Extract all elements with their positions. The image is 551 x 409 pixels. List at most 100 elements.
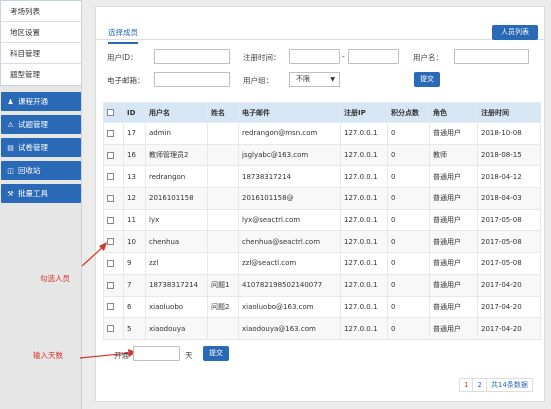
nav-recycle-bin[interactable]: ◫ 回收站 <box>1 161 81 180</box>
cell-points: 0 <box>387 143 430 167</box>
enter-days-annotation: 输入天数 <box>33 351 63 360</box>
tab-select-members[interactable]: 选择成员 <box>108 27 138 44</box>
cell-points: 0 <box>387 165 430 189</box>
table-row[interactable]: 16 教师管理员2 jsglyabc@163.com 127.0.0.1 0 教师 2018… <box>103 143 541 167</box>
cell-role: 教师 <box>429 143 478 167</box>
cell-date: 2017-05-08 <box>477 230 541 254</box>
sidebar: 考场列表 地区设置 科目管理 题型管理 ♟ 课程开通 ⚠ 试题管理 ▤ 试卷管理… <box>0 0 82 409</box>
table-row[interactable]: 17 admin redrangon@msn.com 127.0.0.1 0 普通用户 20… <box>103 122 541 145</box>
cell-date: 2018-04-12 <box>477 165 541 189</box>
table-row[interactable]: 6 xiaoluobo 问题2 xiaoluobo@163.com 127.0.0.1 0… <box>103 295 541 319</box>
table-row[interactable]: 5 xiaodouya xiaodouya@163.com 127.0.0.1 0 普通用… <box>103 317 541 340</box>
row-checkbox[interactable] <box>107 216 114 224</box>
cell-name: 问题1 <box>207 273 239 297</box>
cell-points: 0 <box>387 295 430 319</box>
row-select-cell[interactable] <box>103 208 124 232</box>
table-row[interactable]: 10 chenhua chenhua@seactrl.com 127.0.0.1 0 普通… <box>103 230 541 254</box>
cell-ip: 127.0.0.1 <box>340 122 388 145</box>
open-label: 开通 <box>114 351 129 360</box>
sidebar-item-question-types[interactable]: 题型管理 <box>1 64 81 85</box>
table-row[interactable]: 12 2016101158 2016101158@ 127.0.0.1 0 普通用户 201… <box>103 187 541 210</box>
cell-date: 2017-05-08 <box>477 208 541 232</box>
col-name: 姓名 <box>207 102 239 123</box>
user-group-value: 不限 <box>296 75 310 83</box>
cell-username: xiaodouya <box>145 317 208 340</box>
sidebar-item-region-settings[interactable]: 地区设置 <box>1 22 81 43</box>
sidebar-item-exam-rooms[interactable]: 考场列表 <box>1 1 81 22</box>
row-select-cell[interactable] <box>103 295 124 319</box>
cell-points: 0 <box>387 208 430 232</box>
row-checkbox[interactable] <box>107 129 114 137</box>
cell-username: redrangon <box>145 165 208 189</box>
table-row[interactable]: 9 zzl zzl@seactl.com 127.0.0.1 0 普通用户 2017-05-… <box>103 252 541 275</box>
row-select-cell[interactable] <box>103 165 124 189</box>
row-select-cell[interactable] <box>103 273 124 297</box>
table-row[interactable]: 11 lyx lyx@seactrl.com 127.0.0.1 0 普通用户 2017-0… <box>103 208 541 232</box>
cell-points: 0 <box>387 187 430 210</box>
cell-role: 普通用户 <box>429 273 478 297</box>
cell-points: 0 <box>387 317 430 340</box>
cell-date: 2018-04-03 <box>477 187 541 210</box>
col-ip: 注册IP <box>340 102 388 123</box>
cell-role: 普通用户 <box>429 317 478 340</box>
cell-date: 2018-10-08 <box>477 122 541 145</box>
nav-paper-management[interactable]: ▤ 试卷管理 <box>1 138 81 157</box>
cell-name: 问题2 <box>207 295 239 319</box>
cell-username: admin <box>145 122 208 145</box>
email-label: 电子邮箱： <box>107 76 145 85</box>
username-input[interactable] <box>454 49 529 64</box>
days-input[interactable] <box>133 346 180 361</box>
row-checkbox[interactable] <box>107 281 114 289</box>
row-checkbox[interactable] <box>107 151 114 159</box>
row-select-cell[interactable] <box>103 317 124 340</box>
select-all-checkbox[interactable] <box>107 109 114 116</box>
cell-date: 2018-08-15 <box>477 143 541 167</box>
page-2-link[interactable]: 2 <box>472 378 487 392</box>
row-checkbox[interactable] <box>107 173 114 181</box>
cell-date: 2017-04-20 <box>477 273 541 297</box>
user-group-select[interactable]: 不限 ▼ <box>289 72 340 87</box>
member-list-button[interactable]: 人员列表 <box>492 25 538 40</box>
cell-id: 12 <box>123 187 146 210</box>
col-id: ID <box>123 102 146 123</box>
cell-role: 普通用户 <box>429 230 478 254</box>
sidebar-item-subjects[interactable]: 科目管理 <box>1 43 81 64</box>
cell-email: xiaodouya@163.com <box>238 317 341 340</box>
row-select-cell[interactable] <box>103 122 124 145</box>
nav-batch-tools[interactable]: ⚒ 批量工具 <box>1 184 81 203</box>
table-row[interactable]: 13 redrangon 18738317214 127.0.0.1 0 普通用户 2018… <box>103 165 541 189</box>
row-select-cell[interactable] <box>103 143 124 167</box>
row-checkbox[interactable] <box>107 325 114 333</box>
reg-time-start-input[interactable] <box>289 49 340 64</box>
cell-ip: 127.0.0.1 <box>340 230 388 254</box>
reg-time-label: 注册时间： <box>243 53 281 62</box>
email-input[interactable] <box>154 72 230 87</box>
page-1-link[interactable]: 1 <box>459 378 474 392</box>
nav-course-activation[interactable]: ♟ 课程开通 <box>1 92 81 111</box>
row-select-cell[interactable] <box>103 187 124 210</box>
cell-username: zzl <box>145 252 208 275</box>
row-checkbox[interactable] <box>107 303 114 311</box>
filter-submit-button[interactable]: 提交 <box>414 72 440 87</box>
annotation-arrow-icon <box>81 242 107 267</box>
cell-email: 410782198502140077 <box>238 273 341 297</box>
cell-email: chenhua@seactrl.com <box>238 230 341 254</box>
activation-submit-button[interactable]: 提交 <box>203 346 229 361</box>
user-id-input[interactable] <box>154 49 230 64</box>
cell-name <box>207 187 239 210</box>
row-checkbox[interactable] <box>107 194 114 202</box>
table-row[interactable]: 7 18738317214 问题1 410782198502140077 127.0.0… <box>103 273 541 297</box>
total-count: 共14条数据 <box>485 378 533 392</box>
nav-label: 课程开通 <box>18 97 48 106</box>
col-points: 积分点数 <box>387 102 430 123</box>
cell-username: xiaoluobo <box>145 295 208 319</box>
cell-points: 0 <box>387 273 430 297</box>
select-all-cell[interactable] <box>103 102 124 123</box>
cell-id: 13 <box>123 165 146 189</box>
person-icon: ♟ <box>7 97 14 106</box>
nav-question-management[interactable]: ⚠ 试题管理 <box>1 115 81 134</box>
cell-name <box>207 230 239 254</box>
reg-time-end-input[interactable] <box>348 49 399 64</box>
cell-email: xiaoluobo@163.com <box>238 295 341 319</box>
tab-bar: 选择成员 人员列表 <box>96 7 544 44</box>
